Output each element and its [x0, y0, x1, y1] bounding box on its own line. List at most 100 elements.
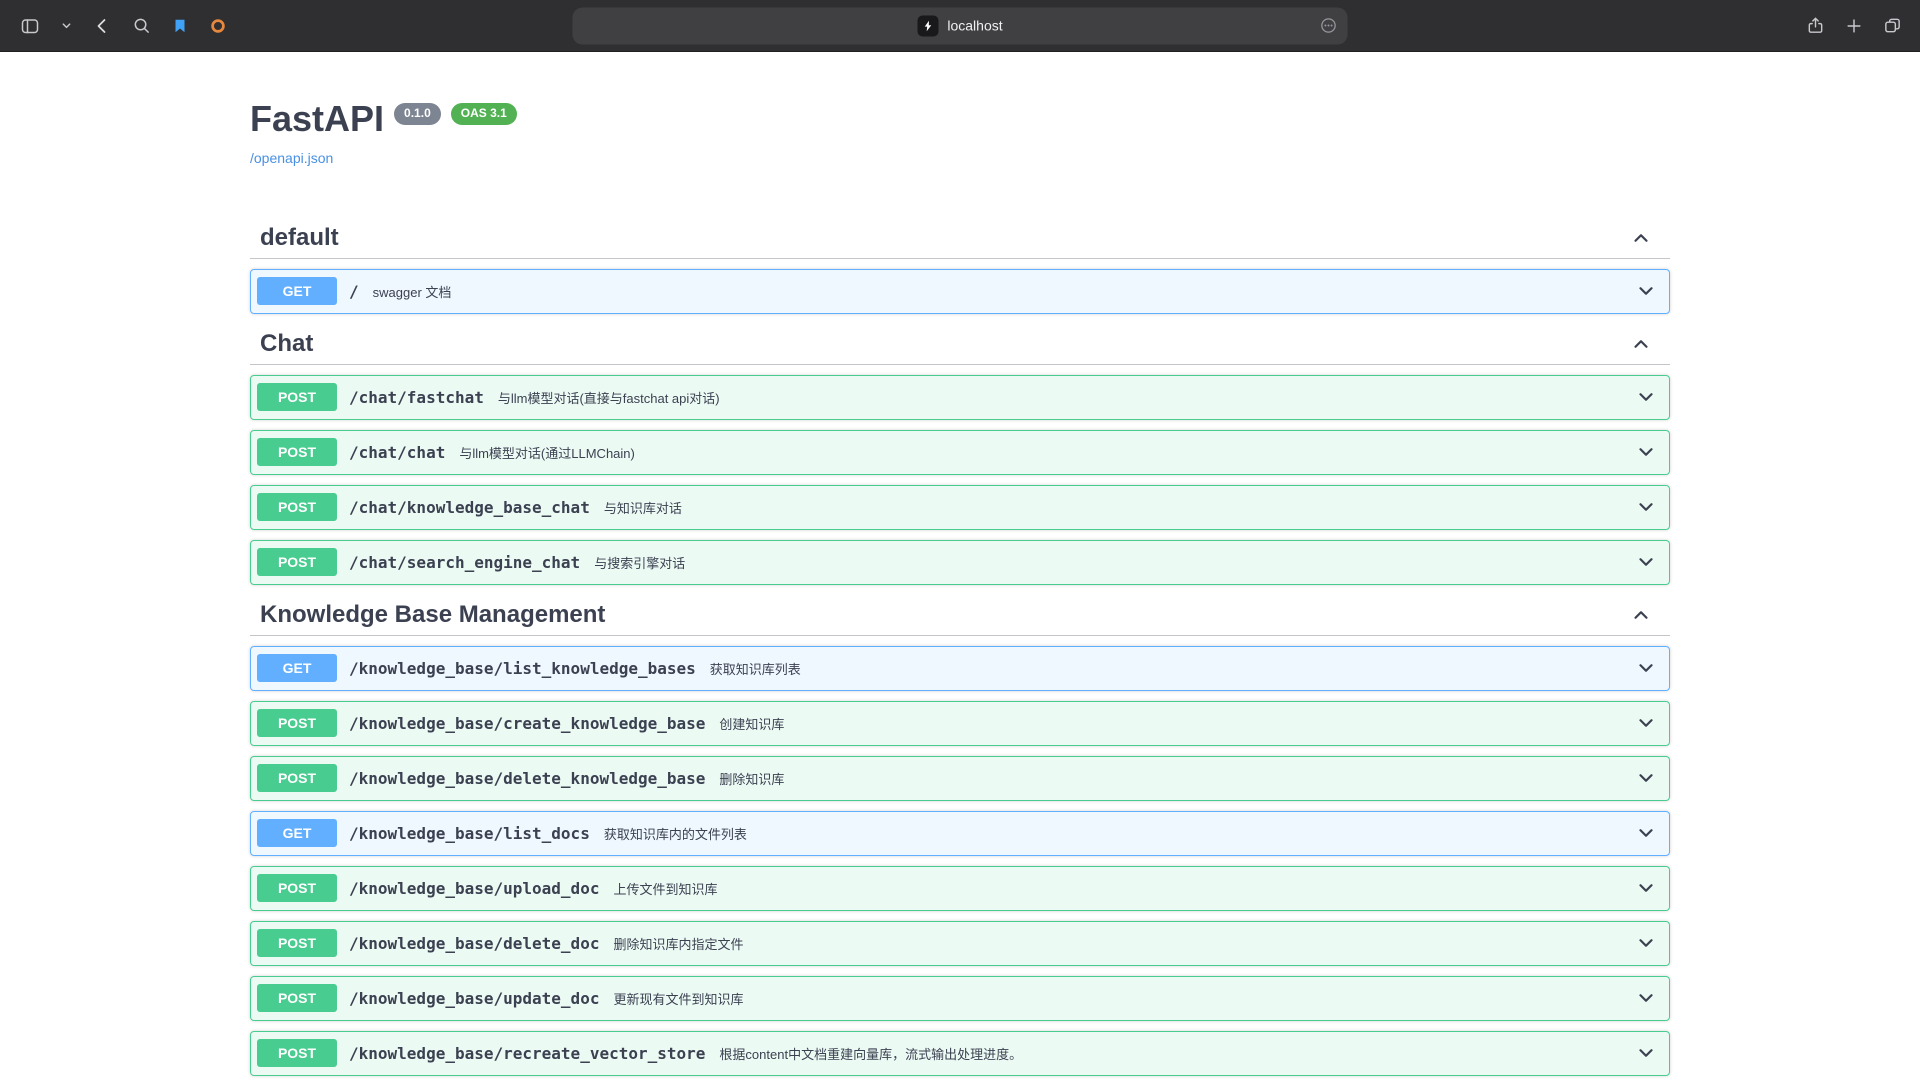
share-button[interactable]	[1802, 12, 1829, 39]
chevron-down-icon	[1635, 987, 1657, 1009]
ellipsis-circle-icon	[1320, 17, 1338, 35]
operation-method-badge: POST	[257, 383, 337, 411]
chevron-down-icon	[1635, 767, 1657, 789]
search-icon	[132, 16, 151, 35]
operation-row[interactable]: POST /chat/search_engine_chat 与搜索引擎对话	[250, 540, 1670, 585]
chevron-down-icon	[1635, 657, 1657, 679]
search-button[interactable]	[128, 12, 155, 39]
operation-path: /knowledge_base/list_knowledge_bases	[349, 659, 696, 678]
section-collapse-button[interactable]	[1630, 333, 1652, 355]
toolbar-right-group	[1802, 0, 1906, 51]
page-menu-button[interactable]	[1320, 17, 1338, 35]
operation-expand-button[interactable]	[1635, 712, 1657, 734]
swagger-page: FastAPI 0.1.0 OAS 3.1 /openapi.json defa…	[0, 52, 1920, 1080]
chevron-down-icon	[1635, 496, 1657, 518]
chevron-up-icon	[1630, 227, 1652, 249]
operation-row[interactable]: POST /chat/chat 与llm模型对话(通过LLMChain)	[250, 430, 1670, 475]
operation-row[interactable]: POST /knowledge_base/create_knowledge_ba…	[250, 701, 1670, 746]
operation-description: 获取知识库内的文件列表	[604, 824, 747, 843]
operation-expand-button[interactable]	[1635, 441, 1657, 463]
page-title: FastAPI	[250, 100, 384, 138]
operation-row[interactable]: POST /knowledge_base/update_doc 更新现有文件到知…	[250, 976, 1670, 1021]
pinned-site-blue-button[interactable]	[167, 13, 193, 39]
operation-expand-button[interactable]	[1635, 657, 1657, 679]
api-info: FastAPI 0.1.0 OAS 3.1 /openapi.json	[250, 52, 1670, 168]
operation-row[interactable]: POST /knowledge_base/upload_doc 上传文件到知识库	[250, 866, 1670, 911]
api-section: Knowledge Base Management GET /knowledge…	[250, 595, 1670, 1076]
operation-expand-button[interactable]	[1635, 767, 1657, 789]
address-bar[interactable]: localhost	[573, 7, 1348, 44]
site-favicon	[917, 15, 938, 36]
operation-expand-button[interactable]	[1635, 280, 1657, 302]
operation-description: 与搜索引擎对话	[594, 553, 685, 572]
browser-toolbar: localhost	[0, 0, 1920, 52]
chevron-down-icon	[1635, 386, 1657, 408]
operation-method-badge: GET	[257, 654, 337, 682]
operation-method-badge: GET	[257, 277, 337, 305]
operation-row[interactable]: GET /knowledge_base/list_knowledge_bases…	[250, 646, 1670, 691]
operation-path: /knowledge_base/upload_doc	[349, 879, 599, 898]
chevron-down-icon	[61, 20, 72, 31]
section-header[interactable]: Chat	[250, 324, 1670, 365]
operation-description: 删除知识库	[719, 769, 784, 788]
api-sections: default GET / swagger 文档 Chat POST /chat…	[250, 218, 1670, 1076]
sidebar-toggle-button[interactable]	[16, 12, 44, 40]
back-button[interactable]	[88, 12, 116, 40]
operation-expand-button[interactable]	[1635, 1042, 1657, 1064]
operation-expand-button[interactable]	[1635, 551, 1657, 573]
operation-expand-button[interactable]	[1635, 932, 1657, 954]
operation-row[interactable]: GET /knowledge_base/list_docs 获取知识库内的文件列…	[250, 811, 1670, 856]
section-collapse-button[interactable]	[1630, 227, 1652, 249]
operation-description: 获取知识库列表	[710, 659, 801, 678]
operation-description: 更新现有文件到知识库	[613, 989, 743, 1008]
operation-path: /	[349, 282, 359, 301]
operation-row[interactable]: POST /knowledge_base/delete_doc 删除知识库内指定…	[250, 921, 1670, 966]
section-header[interactable]: default	[250, 218, 1670, 259]
operation-method-badge: POST	[257, 764, 337, 792]
section-operations: POST /chat/fastchat 与llm模型对话(直接与fastchat…	[250, 375, 1670, 585]
operation-expand-button[interactable]	[1635, 386, 1657, 408]
pinned-site-orange-button[interactable]	[205, 13, 231, 39]
section-collapse-button[interactable]	[1630, 604, 1652, 626]
operation-expand-button[interactable]	[1635, 496, 1657, 518]
operation-description: 上传文件到知识库	[613, 879, 717, 898]
operation-row[interactable]: POST /knowledge_base/recreate_vector_sto…	[250, 1031, 1670, 1076]
back-arrow-icon	[92, 16, 112, 36]
operation-expand-button[interactable]	[1635, 987, 1657, 1009]
operation-method-badge: POST	[257, 493, 337, 521]
operation-path: /chat/chat	[349, 443, 445, 462]
tabs-icon	[1883, 16, 1902, 35]
ring-icon	[209, 17, 227, 35]
operation-path: /knowledge_base/delete_knowledge_base	[349, 769, 705, 788]
operation-description: 根据content中文档重建向量库，流式输出处理进度。	[719, 1044, 1022, 1063]
operation-path: /knowledge_base/list_docs	[349, 824, 590, 843]
new-tab-button[interactable]	[1841, 13, 1867, 39]
sidebar-icon	[20, 16, 40, 36]
operation-expand-button[interactable]	[1635, 822, 1657, 844]
operation-description: 与llm模型对话(直接与fastchat api对话)	[498, 388, 720, 407]
operation-expand-button[interactable]	[1635, 877, 1657, 899]
chevron-down-icon	[1635, 280, 1657, 302]
share-icon	[1806, 16, 1825, 35]
tab-overview-button[interactable]	[1879, 12, 1906, 39]
section-operations: GET / swagger 文档	[250, 269, 1670, 314]
operation-row[interactable]: POST /chat/fastchat 与llm模型对话(直接与fastchat…	[250, 375, 1670, 420]
oas-badge: OAS 3.1	[451, 103, 517, 125]
operation-method-badge: POST	[257, 984, 337, 1012]
api-section: default GET / swagger 文档	[250, 218, 1670, 314]
sidebar-menu-button[interactable]	[59, 18, 74, 33]
chevron-down-icon	[1635, 822, 1657, 844]
operation-row[interactable]: POST /knowledge_base/delete_knowledge_ba…	[250, 756, 1670, 801]
operation-row[interactable]: POST /chat/knowledge_base_chat 与知识库对话	[250, 485, 1670, 530]
operation-method-badge: POST	[257, 874, 337, 902]
openapi-spec-link[interactable]: /openapi.json	[250, 150, 333, 166]
operation-description: swagger 文档	[373, 282, 452, 301]
section-header[interactable]: Knowledge Base Management	[250, 595, 1670, 636]
address-url: localhost	[947, 18, 1002, 34]
toolbar-left-group	[0, 12, 231, 40]
section-operations: GET /knowledge_base/list_knowledge_bases…	[250, 646, 1670, 1076]
operation-description: 与llm模型对话(通过LLMChain)	[459, 443, 635, 462]
operation-row[interactable]: GET / swagger 文档	[250, 269, 1670, 314]
operation-description: 创建知识库	[719, 714, 784, 733]
chevron-down-icon	[1635, 712, 1657, 734]
